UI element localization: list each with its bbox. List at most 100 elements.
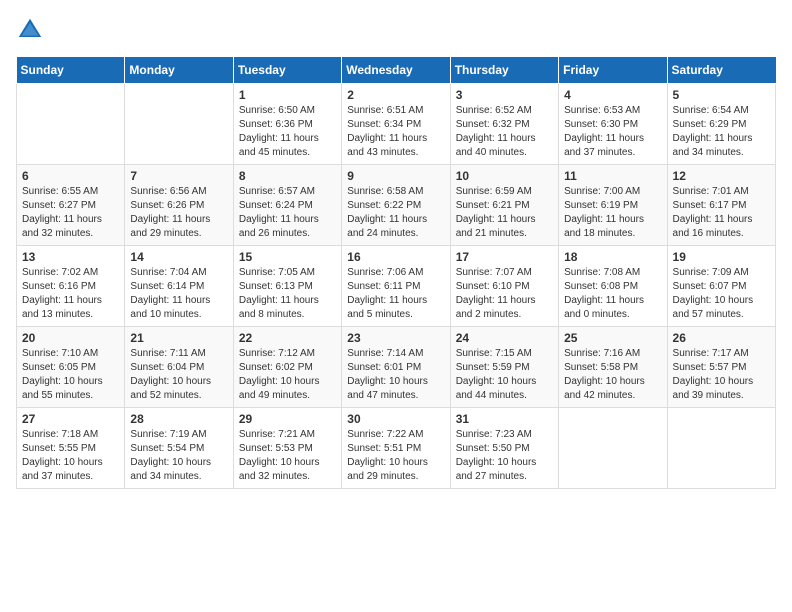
day-number: 19	[673, 250, 770, 264]
day-number: 7	[130, 169, 227, 183]
day-info: Sunrise: 7:11 AM Sunset: 6:04 PM Dayligh…	[130, 347, 227, 403]
calendar-cell: 18 Sunrise: 7:08 AM Sunset: 6:08 PM Dayli…	[559, 246, 667, 327]
calendar-cell: 11 Sunrise: 7:00 AM Sunset: 6:19 PM Dayli…	[559, 165, 667, 246]
day-info: Sunrise: 7:19 AM Sunset: 5:54 PM Dayligh…	[130, 428, 227, 484]
day-info: Sunrise: 6:52 AM Sunset: 6:32 PM Dayligh…	[456, 104, 553, 160]
day-number: 8	[239, 169, 336, 183]
day-info: Sunrise: 7:07 AM Sunset: 6:10 PM Dayligh…	[456, 266, 553, 322]
day-number: 14	[130, 250, 227, 264]
day-number: 12	[673, 169, 770, 183]
day-number: 1	[239, 88, 336, 102]
day-info: Sunrise: 7:00 AM Sunset: 6:19 PM Dayligh…	[564, 185, 661, 241]
day-of-week-header: Tuesday	[233, 57, 341, 84]
day-info: Sunrise: 7:04 AM Sunset: 6:14 PM Dayligh…	[130, 266, 227, 322]
day-info: Sunrise: 6:50 AM Sunset: 6:36 PM Dayligh…	[239, 104, 336, 160]
calendar-cell: 13 Sunrise: 7:02 AM Sunset: 6:16 PM Dayli…	[17, 246, 125, 327]
calendar-cell	[667, 408, 775, 489]
day-info: Sunrise: 7:22 AM Sunset: 5:51 PM Dayligh…	[347, 428, 444, 484]
day-info: Sunrise: 7:08 AM Sunset: 6:08 PM Dayligh…	[564, 266, 661, 322]
day-info: Sunrise: 7:02 AM Sunset: 6:16 PM Dayligh…	[22, 266, 119, 322]
calendar-cell: 30 Sunrise: 7:22 AM Sunset: 5:51 PM Dayli…	[342, 408, 450, 489]
logo	[16, 16, 48, 44]
day-number: 17	[456, 250, 553, 264]
week-row: 6 Sunrise: 6:55 AM Sunset: 6:27 PM Daylig…	[17, 165, 776, 246]
day-number: 15	[239, 250, 336, 264]
day-number: 31	[456, 412, 553, 426]
calendar-cell: 22 Sunrise: 7:12 AM Sunset: 6:02 PM Dayli…	[233, 327, 341, 408]
week-row: 20Sunrise: 7:10 AM Sunset: 6:05 PM Dayli…	[17, 327, 776, 408]
calendar-cell: 15 Sunrise: 7:05 AM Sunset: 6:13 PM Dayli…	[233, 246, 341, 327]
day-info: Sunrise: 7:14 AM Sunset: 6:01 PM Dayligh…	[347, 347, 444, 403]
calendar-cell: 9 Sunrise: 6:58 AM Sunset: 6:22 PM Daylig…	[342, 165, 450, 246]
calendar-cell: 29 Sunrise: 7:21 AM Sunset: 5:53 PM Dayli…	[233, 408, 341, 489]
calendar-cell: 19 Sunrise: 7:09 AM Sunset: 6:07 PM Dayli…	[667, 246, 775, 327]
day-info: Sunrise: 7:21 AM Sunset: 5:53 PM Dayligh…	[239, 428, 336, 484]
day-number: 27	[22, 412, 119, 426]
day-info: Sunrise: 7:01 AM Sunset: 6:17 PM Dayligh…	[673, 185, 770, 241]
calendar-cell: 2Sunrise: 6:51 AM Sunset: 6:34 PM Daylig…	[342, 84, 450, 165]
day-of-week-header: Thursday	[450, 57, 558, 84]
calendar-cell: 21 Sunrise: 7:11 AM Sunset: 6:04 PM Dayli…	[125, 327, 233, 408]
day-info: Sunrise: 6:58 AM Sunset: 6:22 PM Dayligh…	[347, 185, 444, 241]
day-number: 10	[456, 169, 553, 183]
day-number: 23	[347, 331, 444, 345]
day-info: Sunrise: 6:53 AM Sunset: 6:30 PM Dayligh…	[564, 104, 661, 160]
day-info: Sunrise: 6:59 AM Sunset: 6:21 PM Dayligh…	[456, 185, 553, 241]
calendar-cell: 26 Sunrise: 7:17 AM Sunset: 5:57 PM Dayli…	[667, 327, 775, 408]
logo-icon	[16, 16, 44, 44]
day-number: 18	[564, 250, 661, 264]
day-header-row: SundayMondayTuesdayWednesdayThursdayFrid…	[17, 57, 776, 84]
day-info: Sunrise: 7:17 AM Sunset: 5:57 PM Dayligh…	[673, 347, 770, 403]
calendar-cell: 25 Sunrise: 7:16 AM Sunset: 5:58 PM Dayli…	[559, 327, 667, 408]
calendar-cell	[559, 408, 667, 489]
calendar-cell: 8 Sunrise: 6:57 AM Sunset: 6:24 PM Daylig…	[233, 165, 341, 246]
day-info: Sunrise: 7:16 AM Sunset: 5:58 PM Dayligh…	[564, 347, 661, 403]
day-info: Sunrise: 6:54 AM Sunset: 6:29 PM Dayligh…	[673, 104, 770, 160]
page-header	[16, 16, 776, 44]
day-number: 6	[22, 169, 119, 183]
calendar-cell: 17 Sunrise: 7:07 AM Sunset: 6:10 PM Dayli…	[450, 246, 558, 327]
calendar-cell: 31 Sunrise: 7:23 AM Sunset: 5:50 PM Dayli…	[450, 408, 558, 489]
day-info: Sunrise: 7:23 AM Sunset: 5:50 PM Dayligh…	[456, 428, 553, 484]
calendar-cell: 23 Sunrise: 7:14 AM Sunset: 6:01 PM Dayli…	[342, 327, 450, 408]
day-number: 25	[564, 331, 661, 345]
day-info: Sunrise: 6:51 AM Sunset: 6:34 PM Dayligh…	[347, 104, 444, 160]
day-of-week-header: Monday	[125, 57, 233, 84]
week-row: 27 Sunrise: 7:18 AM Sunset: 5:55 PM Dayli…	[17, 408, 776, 489]
day-info: Sunrise: 7:18 AM Sunset: 5:55 PM Dayligh…	[22, 428, 119, 484]
day-number: 30	[347, 412, 444, 426]
day-number: 29	[239, 412, 336, 426]
day-number: 20	[22, 331, 119, 345]
calendar-cell: 5Sunrise: 6:54 AM Sunset: 6:29 PM Daylig…	[667, 84, 775, 165]
calendar-cell: 1 Sunrise: 6:50 AM Sunset: 6:36 PM Daylig…	[233, 84, 341, 165]
day-number: 22	[239, 331, 336, 345]
day-number: 26	[673, 331, 770, 345]
week-row: 1 Sunrise: 6:50 AM Sunset: 6:36 PM Daylig…	[17, 84, 776, 165]
day-info: Sunrise: 7:05 AM Sunset: 6:13 PM Dayligh…	[239, 266, 336, 322]
calendar-table: SundayMondayTuesdayWednesdayThursdayFrid…	[16, 56, 776, 489]
day-info: Sunrise: 7:12 AM Sunset: 6:02 PM Dayligh…	[239, 347, 336, 403]
day-info: Sunrise: 7:15 AM Sunset: 5:59 PM Dayligh…	[456, 347, 553, 403]
day-info: Sunrise: 6:56 AM Sunset: 6:26 PM Dayligh…	[130, 185, 227, 241]
day-number: 21	[130, 331, 227, 345]
day-number: 3	[456, 88, 553, 102]
calendar-cell: 4Sunrise: 6:53 AM Sunset: 6:30 PM Daylig…	[559, 84, 667, 165]
day-info: Sunrise: 7:06 AM Sunset: 6:11 PM Dayligh…	[347, 266, 444, 322]
day-number: 13	[22, 250, 119, 264]
week-row: 13 Sunrise: 7:02 AM Sunset: 6:16 PM Dayli…	[17, 246, 776, 327]
day-info: Sunrise: 6:55 AM Sunset: 6:27 PM Dayligh…	[22, 185, 119, 241]
calendar-cell: 24Sunrise: 7:15 AM Sunset: 5:59 PM Dayli…	[450, 327, 558, 408]
calendar-cell: 6 Sunrise: 6:55 AM Sunset: 6:27 PM Daylig…	[17, 165, 125, 246]
day-info: Sunrise: 7:09 AM Sunset: 6:07 PM Dayligh…	[673, 266, 770, 322]
day-info: Sunrise: 6:57 AM Sunset: 6:24 PM Dayligh…	[239, 185, 336, 241]
calendar-cell: 7 Sunrise: 6:56 AM Sunset: 6:26 PM Daylig…	[125, 165, 233, 246]
calendar-cell: 20Sunrise: 7:10 AM Sunset: 6:05 PM Dayli…	[17, 327, 125, 408]
day-number: 9	[347, 169, 444, 183]
calendar-cell: 14 Sunrise: 7:04 AM Sunset: 6:14 PM Dayli…	[125, 246, 233, 327]
day-of-week-header: Saturday	[667, 57, 775, 84]
day-number: 11	[564, 169, 661, 183]
day-of-week-header: Wednesday	[342, 57, 450, 84]
day-of-week-header: Friday	[559, 57, 667, 84]
calendar-cell: 28Sunrise: 7:19 AM Sunset: 5:54 PM Dayli…	[125, 408, 233, 489]
calendar-cell: 3 Sunrise: 6:52 AM Sunset: 6:32 PM Daylig…	[450, 84, 558, 165]
